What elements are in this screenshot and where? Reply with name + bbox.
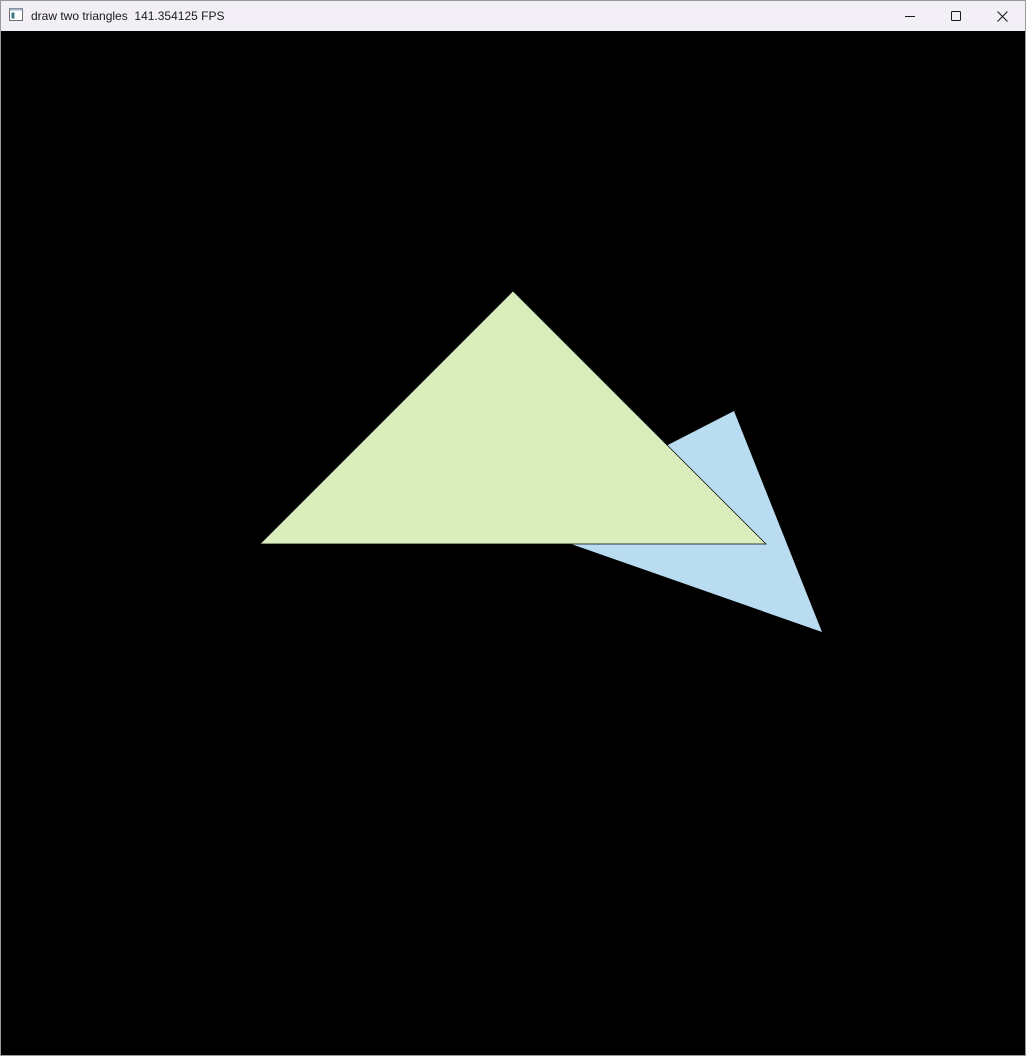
render-canvas[interactable] <box>1 31 1025 1055</box>
close-icon <box>996 10 1008 22</box>
window-app-icon[interactable] <box>9 8 23 21</box>
scene-svg <box>1 31 1025 1055</box>
minimize-button[interactable] <box>887 1 933 31</box>
maximize-icon <box>951 11 961 21</box>
close-button[interactable] <box>979 1 1025 31</box>
app-window: draw two triangles 141.354125 FPS <box>0 0 1026 1056</box>
window-title: draw two triangles 141.354125 FPS <box>31 9 224 23</box>
title-label: draw two triangles <box>31 9 128 23</box>
title-bar[interactable]: draw two triangles 141.354125 FPS <box>1 1 1025 31</box>
fps-counter: 141.354125 FPS <box>134 9 225 23</box>
maximize-button[interactable] <box>933 1 979 31</box>
minimize-icon <box>905 16 915 17</box>
